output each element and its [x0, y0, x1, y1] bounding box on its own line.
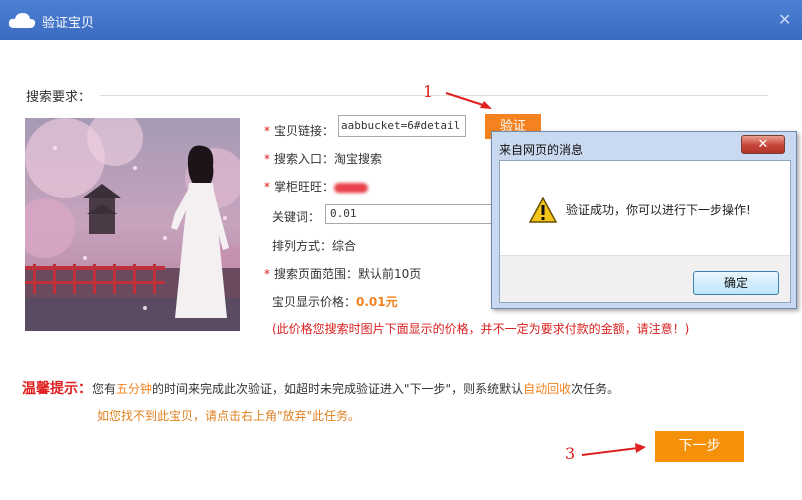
sort-row: 排列方式：综合 [272, 237, 356, 254]
divider [100, 95, 768, 96]
keyword-label: 关键词： [272, 210, 321, 224]
required-asterisk: * [264, 152, 270, 166]
required-asterisk: * [264, 267, 270, 281]
dialog-footer: 确定 [500, 255, 790, 302]
warning-icon [529, 197, 557, 223]
title-bar: 验证宝贝 ✕ [0, 0, 802, 40]
search-entry-label: 搜索入口： [274, 152, 335, 166]
tip-text: 的时间来完成此次验证，如超时未完成验证进入"下一步"，则系统默认 [152, 382, 524, 396]
price-note: (此价格您搜索时图片下面显示的价格，并不一定为要求付款的金额，请注意！) [272, 322, 690, 336]
cloud-icon [8, 12, 36, 32]
search-entry-row: * 搜索入口：淘宝搜索 [264, 150, 382, 167]
close-icon[interactable]: ✕ [778, 10, 791, 29]
seller-row: * 掌柜旺旺： [264, 178, 369, 195]
tip-text: 您有 [92, 382, 117, 396]
product-image [25, 118, 240, 331]
tip-line-1: 温馨提示：您有五分钟的时间来完成此次验证，如超时未完成验证进入"下一步"，则系统… [22, 378, 619, 398]
price-label: 宝贝显示价格： [272, 295, 357, 309]
sort-label: 排列方式： [272, 239, 333, 253]
product-url-label: * 宝贝链接： [264, 124, 335, 138]
seller-name-redacted [334, 182, 369, 193]
required-asterisk: * [264, 124, 270, 138]
search-entry-value: 淘宝搜索 [334, 152, 383, 166]
annotation-arrow-3 [581, 443, 646, 456]
price-row: 宝贝显示价格：0.01元 [272, 293, 398, 310]
keyword-field[interactable]: 0.01 [325, 204, 497, 224]
annotation-3: 3 [565, 444, 576, 463]
dialog-message: 验证成功，你可以进行下一步操作! [566, 203, 751, 217]
tip-title: 温馨提示： [22, 381, 92, 397]
ok-button[interactable]: 确定 [693, 271, 779, 295]
seller-label: 掌柜旺旺： [274, 180, 335, 194]
product-url-field[interactable]: aabbucket=6#detail [338, 115, 466, 137]
required-asterisk: * [264, 180, 270, 194]
window-title: 验证宝贝 [42, 16, 95, 31]
section-label: 搜索要求： [26, 90, 92, 105]
price-value: 0.01元 [356, 295, 398, 309]
annotation-1: 1 [423, 82, 434, 101]
annotation-arrow-1 [445, 92, 492, 109]
tip-text: 次任务。 [571, 382, 620, 396]
dialog-body: 验证成功，你可以进行下一步操作! [500, 161, 790, 255]
dialog-close-button[interactable]: ✕ [741, 135, 785, 154]
next-step-button[interactable]: 下一步 [655, 431, 744, 462]
page-range-row: * 搜索页面范围：默认前10页 [264, 265, 421, 282]
time-limit: 五分钟 [116, 382, 153, 396]
auto-recycle: 自动回收 [523, 382, 572, 396]
tip-line-2: 如您找不到此宝贝，请点击右上角"放弃"此任务。 [97, 409, 361, 423]
page-range-label: 搜索页面范围： [274, 267, 359, 281]
page-range-value: 默认前10页 [358, 267, 422, 281]
message-dialog: 来自网页的消息 ✕ 验证成功，你可以进行下一步操作! 确定 [491, 131, 797, 309]
sort-value: 综合 [332, 239, 357, 253]
dialog-content: 验证成功，你可以进行下一步操作! 确定 [499, 160, 791, 303]
dialog-title: 来自网页的消息 [499, 143, 584, 157]
